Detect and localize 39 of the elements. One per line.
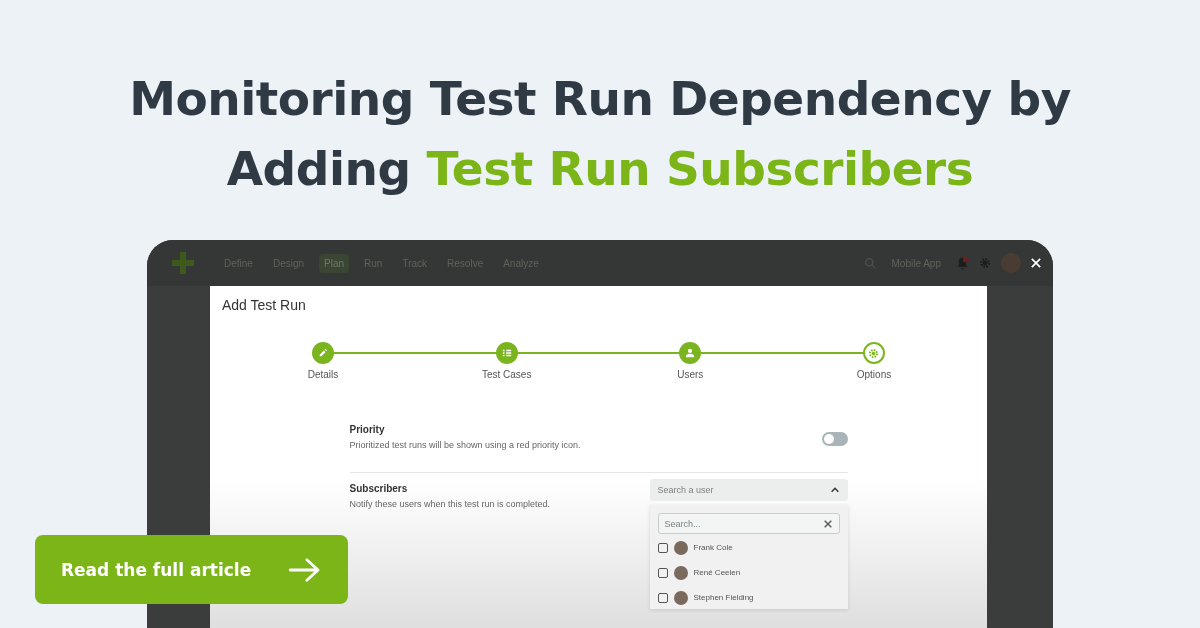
avatar: [673, 565, 688, 580]
clear-icon[interactable]: [823, 520, 832, 529]
step-label: Test Cases: [481, 369, 532, 380]
avatar: [673, 590, 688, 605]
priority-toggle[interactable]: [821, 432, 848, 446]
arrow-right-icon: [288, 556, 322, 583]
bell-icon[interactable]: [956, 255, 969, 271]
avatar: [673, 540, 688, 555]
setting-title: Priority: [349, 424, 386, 435]
checkbox[interactable]: [657, 542, 668, 553]
plus-logo-icon: [171, 251, 195, 275]
user-name[interactable]: Frank Cole: [693, 543, 733, 553]
pencil-icon: [318, 348, 328, 358]
user-select-field[interactable]: Search a user: [649, 479, 848, 502]
user-name[interactable]: René Ceelen: [693, 568, 741, 578]
setting-description: Notify these users when this test run is completed.: [349, 498, 552, 512]
dialog-title: Add Test Run: [221, 296, 307, 315]
checkbox[interactable]: [657, 567, 668, 578]
read-article-button[interactable]: Read the full article: [35, 535, 348, 604]
select-placeholder: Search a user: [657, 485, 714, 496]
gear-icon: [868, 347, 880, 359]
user-name[interactable]: Stephen Fielding: [693, 593, 754, 603]
close-icon[interactable]: [1031, 258, 1041, 268]
setting-title: Subscribers: [349, 483, 409, 495]
headline: Monitoring Test Run Dependency by Adding Test Run Subscribers: [128, 70, 1072, 198]
setting-description: Prioritized test runs will be shown using a red priority icon.: [349, 439, 582, 452]
checkbox[interactable]: [657, 592, 668, 603]
step-circle[interactable]: [679, 342, 702, 364]
step-circle[interactable]: [312, 342, 334, 364]
step-label: Users: [677, 369, 704, 380]
search-icon[interactable]: [863, 256, 877, 270]
step-label: Options: [856, 369, 892, 380]
settings-icon[interactable]: [979, 257, 991, 269]
step-circle[interactable]: [495, 342, 518, 364]
search-field[interactable]: Search...: [657, 513, 840, 535]
step-label: Details: [307, 369, 339, 380]
list-icon: [501, 348, 512, 358]
step-circle[interactable]: [862, 342, 885, 364]
person-icon: [685, 348, 696, 358]
